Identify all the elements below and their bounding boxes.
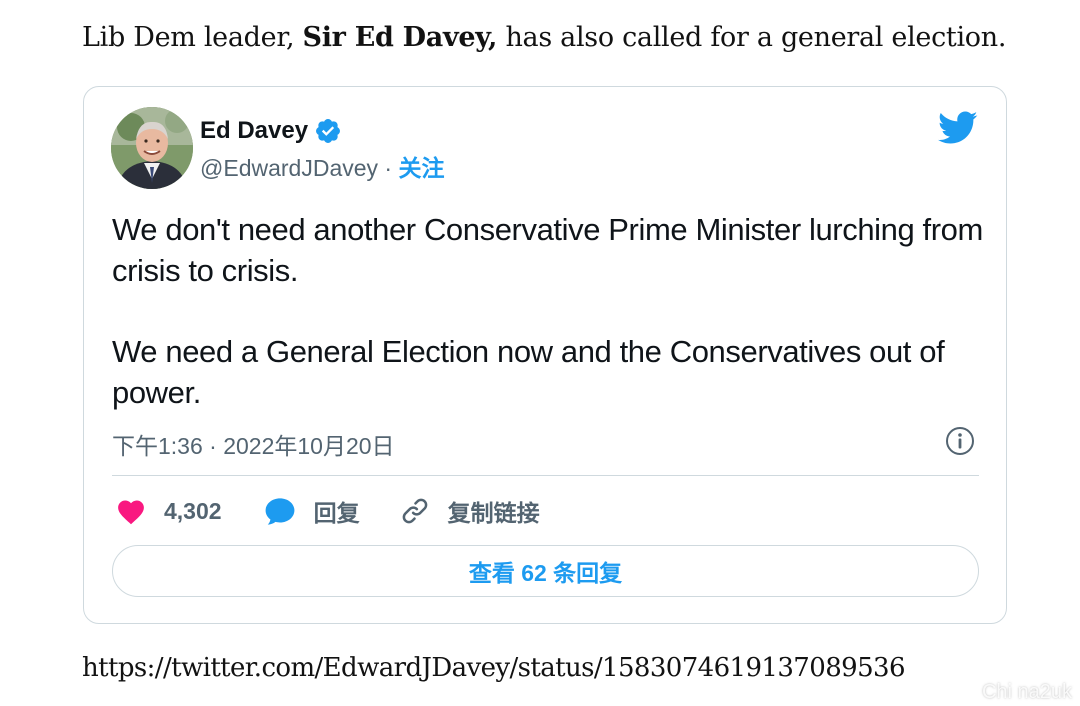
like-button[interactable]: 4,302	[116, 497, 222, 525]
embedded-tweet-card[interactable]: Ed Davey @EdwardJDavey · 关注 We don't nee…	[83, 86, 1007, 624]
article-text-after: has also called for a general election.	[497, 22, 1007, 53]
source-link[interactable]: https://twitter.com/EdwardJDavey/status/…	[82, 648, 906, 688]
likes-count: 4,302	[164, 497, 222, 524]
verified-badge-icon	[316, 119, 341, 143]
info-icon[interactable]	[945, 426, 975, 456]
tweet-actions: 4,302 回复 复制链接	[116, 491, 540, 531]
tweet-timestamp[interactable]: 下午1:36 · 2022年10月20日	[112, 427, 395, 461]
divider	[112, 475, 979, 476]
heart-icon	[118, 500, 144, 525]
follow-link[interactable]: 关注	[398, 155, 444, 181]
article-text-before: Lib Dem leader,	[82, 22, 303, 53]
speech-bubble-icon	[265, 498, 294, 525]
copy-link-label: 复制链接	[447, 500, 540, 526]
reply-button[interactable]: 回复	[264, 494, 360, 528]
twitter-bird-icon[interactable]	[938, 111, 978, 145]
view-replies-button[interactable]: 查看 62 条回复	[112, 545, 979, 597]
article-bold-name: Sir Ed Davey,	[302, 22, 498, 53]
watermark: Chi na2uk	[981, 681, 1072, 703]
tweet-paragraph-1: We don't need another Conservative Prime…	[112, 212, 983, 288]
article-paragraph: Lib Dem leader, Sir Ed Davey, has also c…	[82, 18, 1006, 58]
link-icon	[402, 498, 427, 524]
handle-separator: ·	[378, 155, 399, 181]
author-name-row[interactable]: Ed Davey	[200, 115, 342, 147]
reply-label: 回复	[313, 500, 360, 526]
tweet-text: We don't need another Conservative Prime…	[112, 209, 992, 413]
author-handle[interactable]: @EdwardJDavey	[200, 155, 378, 181]
copy-link-button[interactable]: 复制链接	[400, 494, 540, 528]
tweet-paragraph-2: We need a General Election now and the C…	[112, 334, 945, 410]
avatar[interactable]	[111, 107, 193, 189]
author-handle-row: @EdwardJDavey · 关注	[200, 149, 444, 183]
author-display-name[interactable]: Ed Davey	[200, 117, 308, 145]
